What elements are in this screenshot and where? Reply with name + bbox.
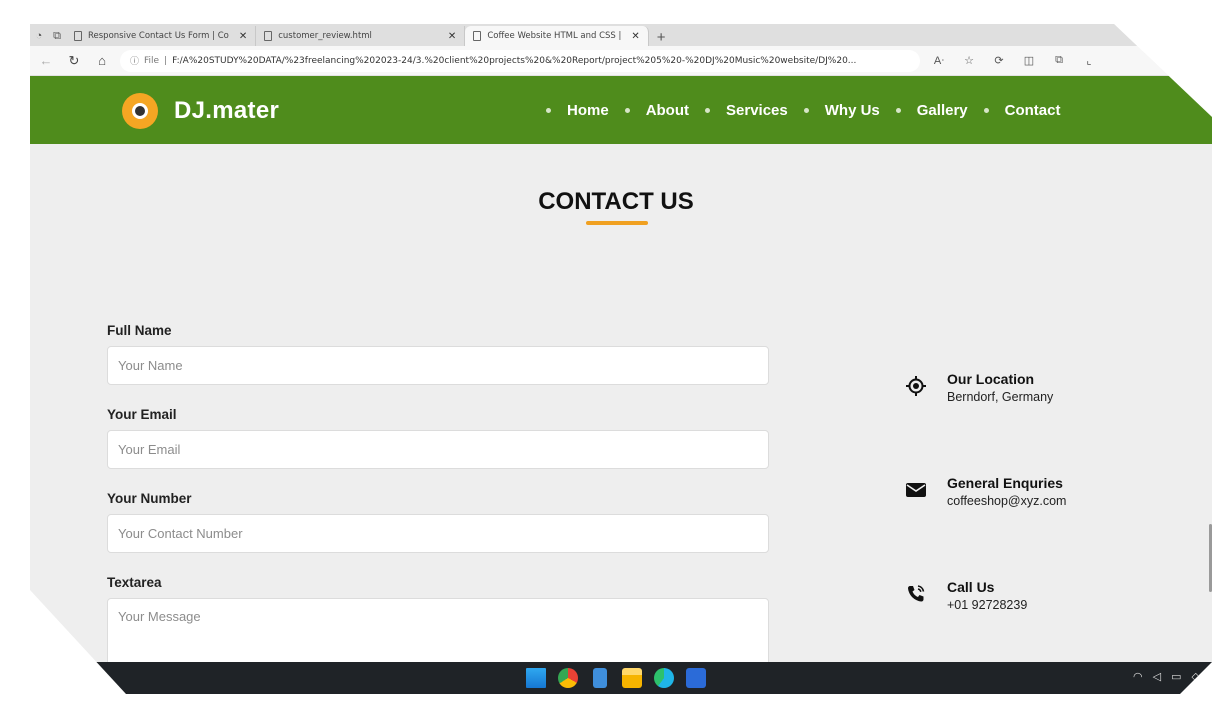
word-icon[interactable] bbox=[686, 668, 706, 688]
nav-dot bbox=[624, 107, 630, 113]
nav-item-why-us[interactable]: Why Us bbox=[788, 102, 880, 119]
brand-logo[interactable]: DJ.mater bbox=[122, 93, 279, 129]
info-text: Berndorf, Germany bbox=[947, 390, 1054, 404]
full-name-label: Full Name bbox=[107, 323, 172, 338]
info-location: Our Location Berndorf, Germany bbox=[904, 370, 1053, 406]
extensions-icon[interactable]: ⟳ bbox=[988, 51, 1010, 71]
tab-coffee-website[interactable]: Coffee Website HTML and CSS | ✕ bbox=[465, 26, 649, 46]
browser-window: ◔ ⧉ Responsive Contact Us Form | Co ✕ cu… bbox=[30, 24, 1212, 694]
tab-label: customer_review.html bbox=[278, 31, 372, 41]
chrome-icon[interactable] bbox=[558, 668, 578, 688]
url-field[interactable]: ⓘ File | F:/A%20STUDY%20DATA/%23freelanc… bbox=[120, 49, 920, 72]
info-email: General Enquries coffeeshop@xyz.com bbox=[904, 474, 1066, 510]
close-tab-icon[interactable]: ✕ bbox=[448, 31, 456, 42]
tab-customer-review[interactable]: customer_review.html ✕ bbox=[256, 26, 466, 46]
edge-icon[interactable] bbox=[654, 668, 674, 688]
tab-label: Responsive Contact Us Form | Co bbox=[88, 31, 229, 41]
contact-form: Full Name Your Email Your Number Textare… bbox=[107, 320, 769, 693]
battery-icon[interactable]: ▭ bbox=[1171, 670, 1181, 683]
favorite-icon[interactable]: ☆ bbox=[958, 51, 980, 71]
tab-strip: ◔ ⧉ Responsive Contact Us Form | Co ✕ cu… bbox=[30, 24, 1212, 46]
nav-link[interactable]: Services bbox=[726, 102, 788, 119]
notification-icon[interactable]: ◇ bbox=[1192, 670, 1200, 683]
nav-link[interactable]: Contact bbox=[1005, 102, 1061, 119]
nav-item-about[interactable]: About bbox=[609, 102, 689, 119]
new-tab-button[interactable]: + bbox=[649, 29, 674, 46]
info-icon[interactable]: ⓘ bbox=[130, 54, 139, 67]
site-header: DJ.mater Home About Services Why Us Gall… bbox=[30, 76, 1212, 144]
split-screen-icon[interactable]: ◫ bbox=[1018, 51, 1040, 71]
phone-icon bbox=[904, 582, 928, 606]
windows-start-icon[interactable] bbox=[526, 668, 546, 688]
nav-link[interactable]: Why Us bbox=[825, 102, 880, 119]
nav-item-services[interactable]: Services bbox=[689, 102, 788, 119]
nav-link[interactable]: About bbox=[646, 102, 689, 119]
nav-item-home[interactable]: Home bbox=[530, 102, 609, 119]
collections-icon[interactable]: ⧉ bbox=[1048, 51, 1070, 71]
url-text: F:/A%20STUDY%20DATA/%23freelancing%20202… bbox=[172, 55, 857, 66]
tab-contact-form[interactable]: Responsive Contact Us Form | Co ✕ bbox=[66, 26, 257, 46]
brand-name: DJ.mater bbox=[174, 97, 280, 124]
info-phone: Call Us +01 92728239 bbox=[904, 578, 1027, 614]
email-input[interactable] bbox=[107, 430, 769, 469]
page-title: CONTACT US bbox=[538, 188, 694, 215]
nav-item-gallery[interactable]: Gallery bbox=[880, 102, 968, 119]
home-icon[interactable]: ⌂ bbox=[92, 51, 112, 71]
vinyl-disc-icon bbox=[122, 93, 158, 129]
more-icon[interactable]: ⌞ bbox=[1078, 51, 1100, 71]
notepad-icon[interactable] bbox=[593, 668, 607, 688]
main-nav: Home About Services Why Us Gallery Conta… bbox=[530, 76, 1060, 144]
address-bar-row: ← ↻ ⌂ ⓘ File | F:/A%20STUDY%20DATA/%23fr… bbox=[30, 46, 1212, 76]
tab-label: Coffee Website HTML and CSS | bbox=[487, 31, 622, 41]
nav-item-contact[interactable]: Contact bbox=[968, 102, 1061, 119]
system-tray: ◠ ◁ ▭ ◇ bbox=[1133, 670, 1200, 683]
info-title: Our Location bbox=[947, 371, 1035, 387]
page-icon bbox=[264, 31, 273, 41]
nav-dot bbox=[705, 107, 711, 113]
info-text: coffeeshop@xyz.com bbox=[947, 494, 1067, 508]
file-explorer-icon[interactable] bbox=[622, 668, 642, 688]
email-label: Your Email bbox=[107, 407, 177, 422]
title-underline bbox=[586, 221, 648, 225]
page-icon bbox=[74, 31, 82, 41]
nav-dot bbox=[803, 107, 809, 113]
volume-icon[interactable]: ◁ bbox=[1153, 670, 1161, 683]
taskbar-apps bbox=[526, 668, 706, 688]
windows-taskbar: ◠ ◁ ▭ ◇ bbox=[30, 662, 1212, 694]
close-tab-icon[interactable]: ✕ bbox=[239, 31, 247, 42]
nav-dot bbox=[895, 107, 901, 113]
textarea-label: Textarea bbox=[107, 575, 162, 590]
scrollbar-thumb[interactable] bbox=[1209, 524, 1212, 592]
contact-number-input[interactable] bbox=[107, 514, 769, 553]
number-label: Your Number bbox=[107, 491, 192, 506]
file-label: File bbox=[144, 55, 160, 66]
back-icon[interactable]: ← bbox=[36, 51, 56, 71]
close-tab-icon[interactable]: ✕ bbox=[631, 31, 639, 42]
nav-dot bbox=[983, 107, 989, 113]
info-text: +01 92728239 bbox=[947, 598, 1028, 612]
info-title: General Enquries bbox=[947, 475, 1063, 491]
wifi-icon[interactable]: ◠ bbox=[1133, 670, 1143, 683]
separator: | bbox=[164, 55, 168, 66]
nav-dot bbox=[546, 107, 551, 113]
nav-link[interactable]: Home bbox=[567, 102, 609, 119]
info-title: Call Us bbox=[947, 579, 995, 595]
mail-icon bbox=[904, 478, 928, 502]
location-target-icon bbox=[904, 374, 928, 398]
workspaces-icon[interactable]: ⧉ bbox=[48, 26, 66, 46]
screenshot-stage: ◔ ⧉ Responsive Contact Us Form | Co ✕ cu… bbox=[0, 0, 1232, 704]
page-icon bbox=[473, 31, 482, 41]
read-aloud-icon[interactable]: Aᐧ bbox=[928, 51, 950, 71]
profile-icon[interactable]: ◔ bbox=[30, 26, 48, 46]
nav-link[interactable]: Gallery bbox=[917, 102, 968, 119]
reload-icon[interactable]: ↻ bbox=[64, 51, 84, 71]
full-name-input[interactable] bbox=[107, 346, 769, 385]
